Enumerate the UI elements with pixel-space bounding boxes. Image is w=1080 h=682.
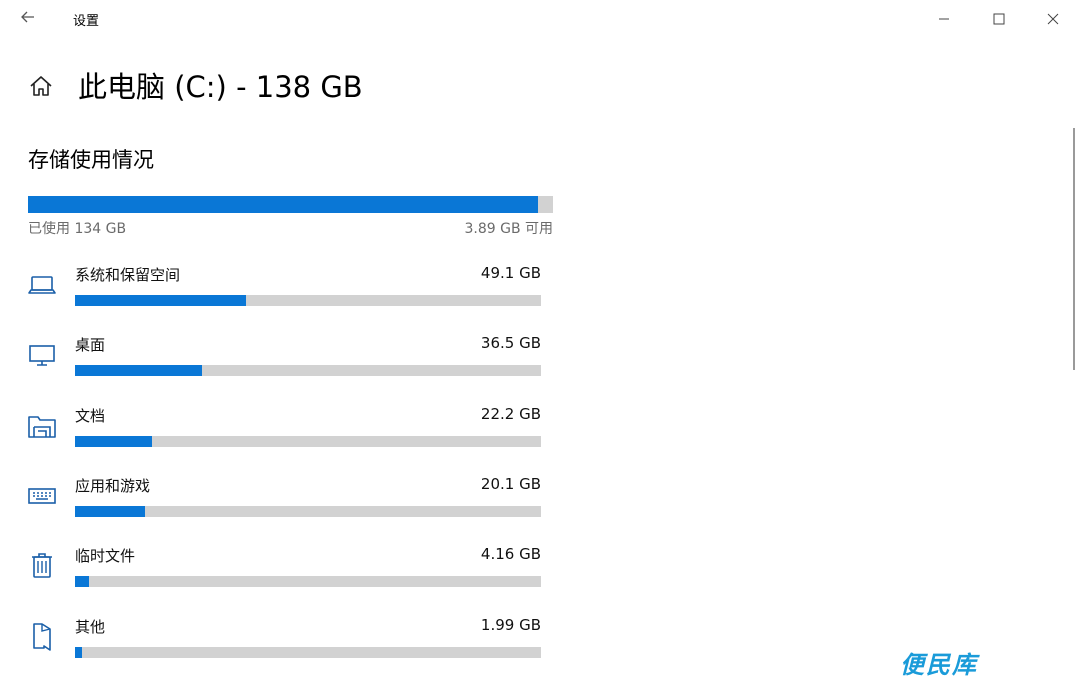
category-apps[interactable]: 应用和游戏 20.1 GB (0, 475, 560, 535)
section-title: 存储使用情况 (28, 148, 154, 172)
category-bar (75, 436, 541, 447)
category-bar-fill (75, 365, 202, 376)
category-bar (75, 365, 541, 376)
category-temp-files[interactable]: 临时文件 4.16 GB (0, 545, 560, 605)
category-size: 20.1 GB (480, 475, 541, 493)
category-size: 4.16 GB (480, 545, 541, 563)
category-bar-fill (75, 506, 145, 517)
watermark: 便民库 (900, 651, 978, 679)
category-bar (75, 295, 541, 306)
category-label: 系统和保留空间 (75, 266, 181, 284)
category-label: 应用和游戏 (75, 477, 151, 495)
monitor-icon (29, 345, 55, 366)
category-other[interactable]: 其他 1.99 GB (0, 616, 560, 676)
category-size: 49.1 GB (480, 264, 541, 282)
minimize-icon[interactable] (933, 8, 955, 30)
trash-icon (32, 553, 52, 578)
home-icon[interactable] (28, 74, 54, 98)
total-usage-bar (28, 196, 553, 213)
back-arrow-icon[interactable] (17, 6, 39, 28)
category-label: 文档 (75, 407, 106, 425)
category-size: 1.99 GB (480, 616, 541, 634)
category-label: 临时文件 (75, 547, 136, 565)
category-label: 其他 (75, 618, 106, 636)
other-file-icon (33, 623, 51, 651)
category-size: 22.2 GB (480, 405, 541, 423)
category-size: 36.5 GB (480, 334, 541, 352)
folder-icon (28, 416, 56, 438)
page-title: 此电脑 (C:) - 138 GB (78, 70, 363, 104)
category-bar (75, 647, 541, 658)
keyboard-icon (28, 488, 56, 504)
vertical-scrollbar[interactable] (1073, 128, 1075, 370)
category-documents[interactable]: 文档 22.2 GB (0, 405, 560, 465)
close-icon[interactable] (1042, 8, 1064, 30)
category-bar-fill (75, 436, 153, 447)
maximize-icon[interactable] (988, 8, 1010, 30)
category-bar-fill (75, 647, 82, 658)
total-usage-fill (28, 196, 539, 213)
category-bar (75, 506, 541, 517)
category-desktop[interactable]: 桌面 36.5 GB (0, 334, 560, 394)
used-label: 已使用 134 GB (28, 221, 127, 237)
category-system[interactable]: 系统和保留空间 49.1 GB (0, 264, 560, 324)
laptop-icon (28, 276, 56, 294)
category-bar-fill (75, 576, 90, 587)
window-title: 设置 (73, 14, 100, 29)
category-bar (75, 576, 541, 587)
category-label: 桌面 (75, 336, 106, 354)
category-bar-fill (75, 295, 247, 306)
free-label: 3.89 GB 可用 (464, 221, 553, 237)
